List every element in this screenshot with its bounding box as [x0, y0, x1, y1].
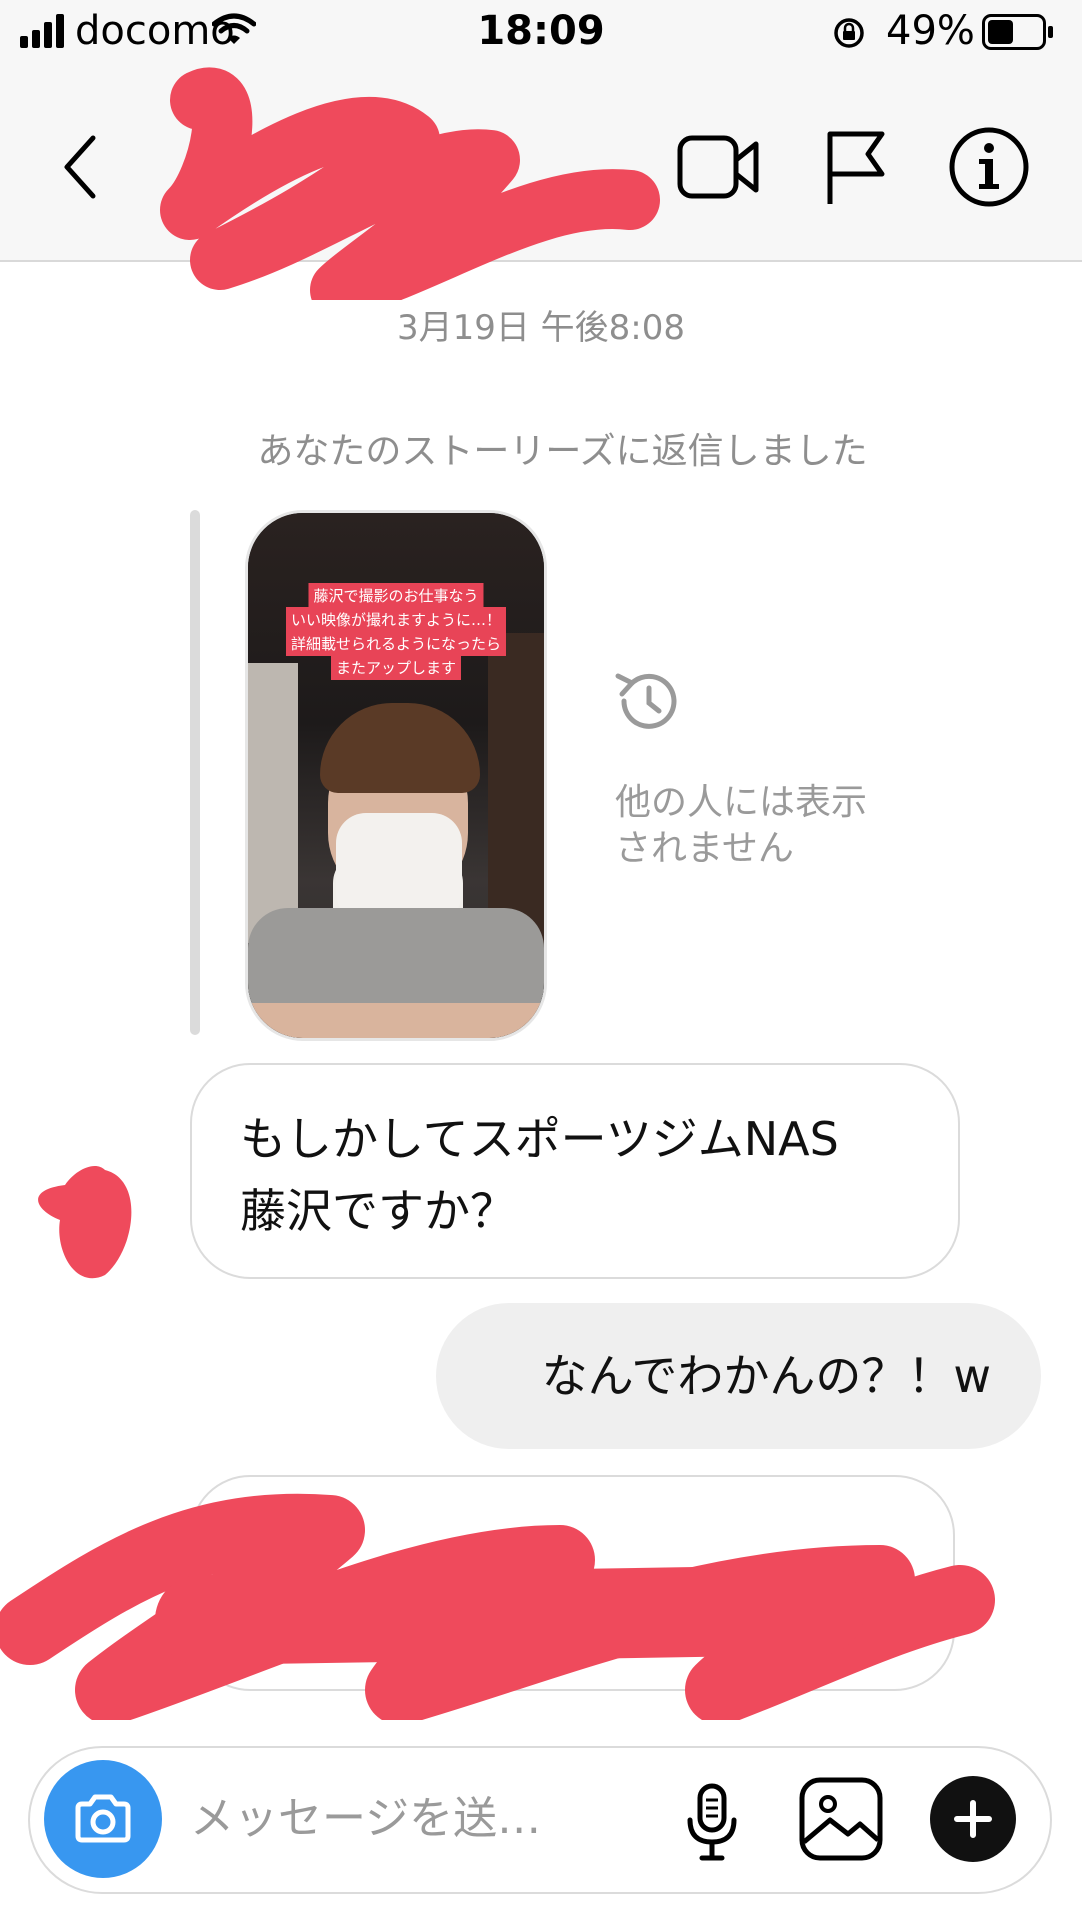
message-timestamp: 3月19日 午後8:08: [396, 308, 686, 348]
back-chevron-icon[interactable]: [55, 132, 105, 202]
thread-header: [0, 67, 1082, 300]
message-input[interactable]: [190, 1782, 610, 1854]
message-text-line: もしかしてスポーツジムNAS: [240, 1112, 839, 1166]
quote-bar: [190, 510, 200, 1035]
more-button[interactable]: [930, 1776, 1016, 1862]
story-reply-note: あなたのストーリーズに返信しました: [257, 431, 868, 472]
redacted-username[interactable]: [160, 60, 660, 300]
history-icon: [615, 673, 677, 729]
story-unavailable-line: されません: [615, 828, 794, 869]
camera-button[interactable]: [44, 1760, 162, 1878]
story-caption-line: いい映像が撮れますように…！: [285, 607, 507, 632]
camera-icon: [75, 1794, 131, 1843]
info-icon[interactable]: [948, 126, 1030, 208]
incoming-message-bubble[interactable]: もしかしてスポーツジムNAS 藤沢ですか？: [190, 1063, 960, 1279]
plus-icon: [954, 1800, 992, 1838]
story-caption-line: 藤沢で撮影のお仕事なう: [308, 583, 484, 608]
battery-percent: 49%: [886, 8, 975, 54]
message-text: なんでわかんの？！w: [541, 1349, 991, 1403]
video-call-icon[interactable]: [676, 132, 760, 202]
story-caption-line: 詳細載せられるようになったら: [285, 631, 507, 656]
redaction-scribble: [0, 1493, 995, 1720]
redacted-avatar: [38, 1165, 132, 1279]
microphone-icon[interactable]: [682, 1782, 742, 1862]
rotation-lock-icon: [834, 18, 864, 48]
story-unavailable-text: 他の人には表示 されません: [615, 780, 915, 872]
story-thumbnail[interactable]: 藤沢で撮影のお仕事なう いい映像が撮れますように…！ 詳細載せられるようになった…: [245, 510, 547, 1041]
story-caption-line: またアップします: [330, 655, 462, 680]
flag-icon[interactable]: [822, 128, 888, 206]
story-unavailable-line: 他の人には表示: [615, 782, 868, 823]
message-text-line: 藤沢ですか？: [240, 1184, 516, 1238]
battery-icon: [982, 14, 1054, 50]
gallery-icon[interactable]: [798, 1776, 884, 1862]
outgoing-message-bubble[interactable]: なんでわかんの？！w: [436, 1303, 1041, 1449]
